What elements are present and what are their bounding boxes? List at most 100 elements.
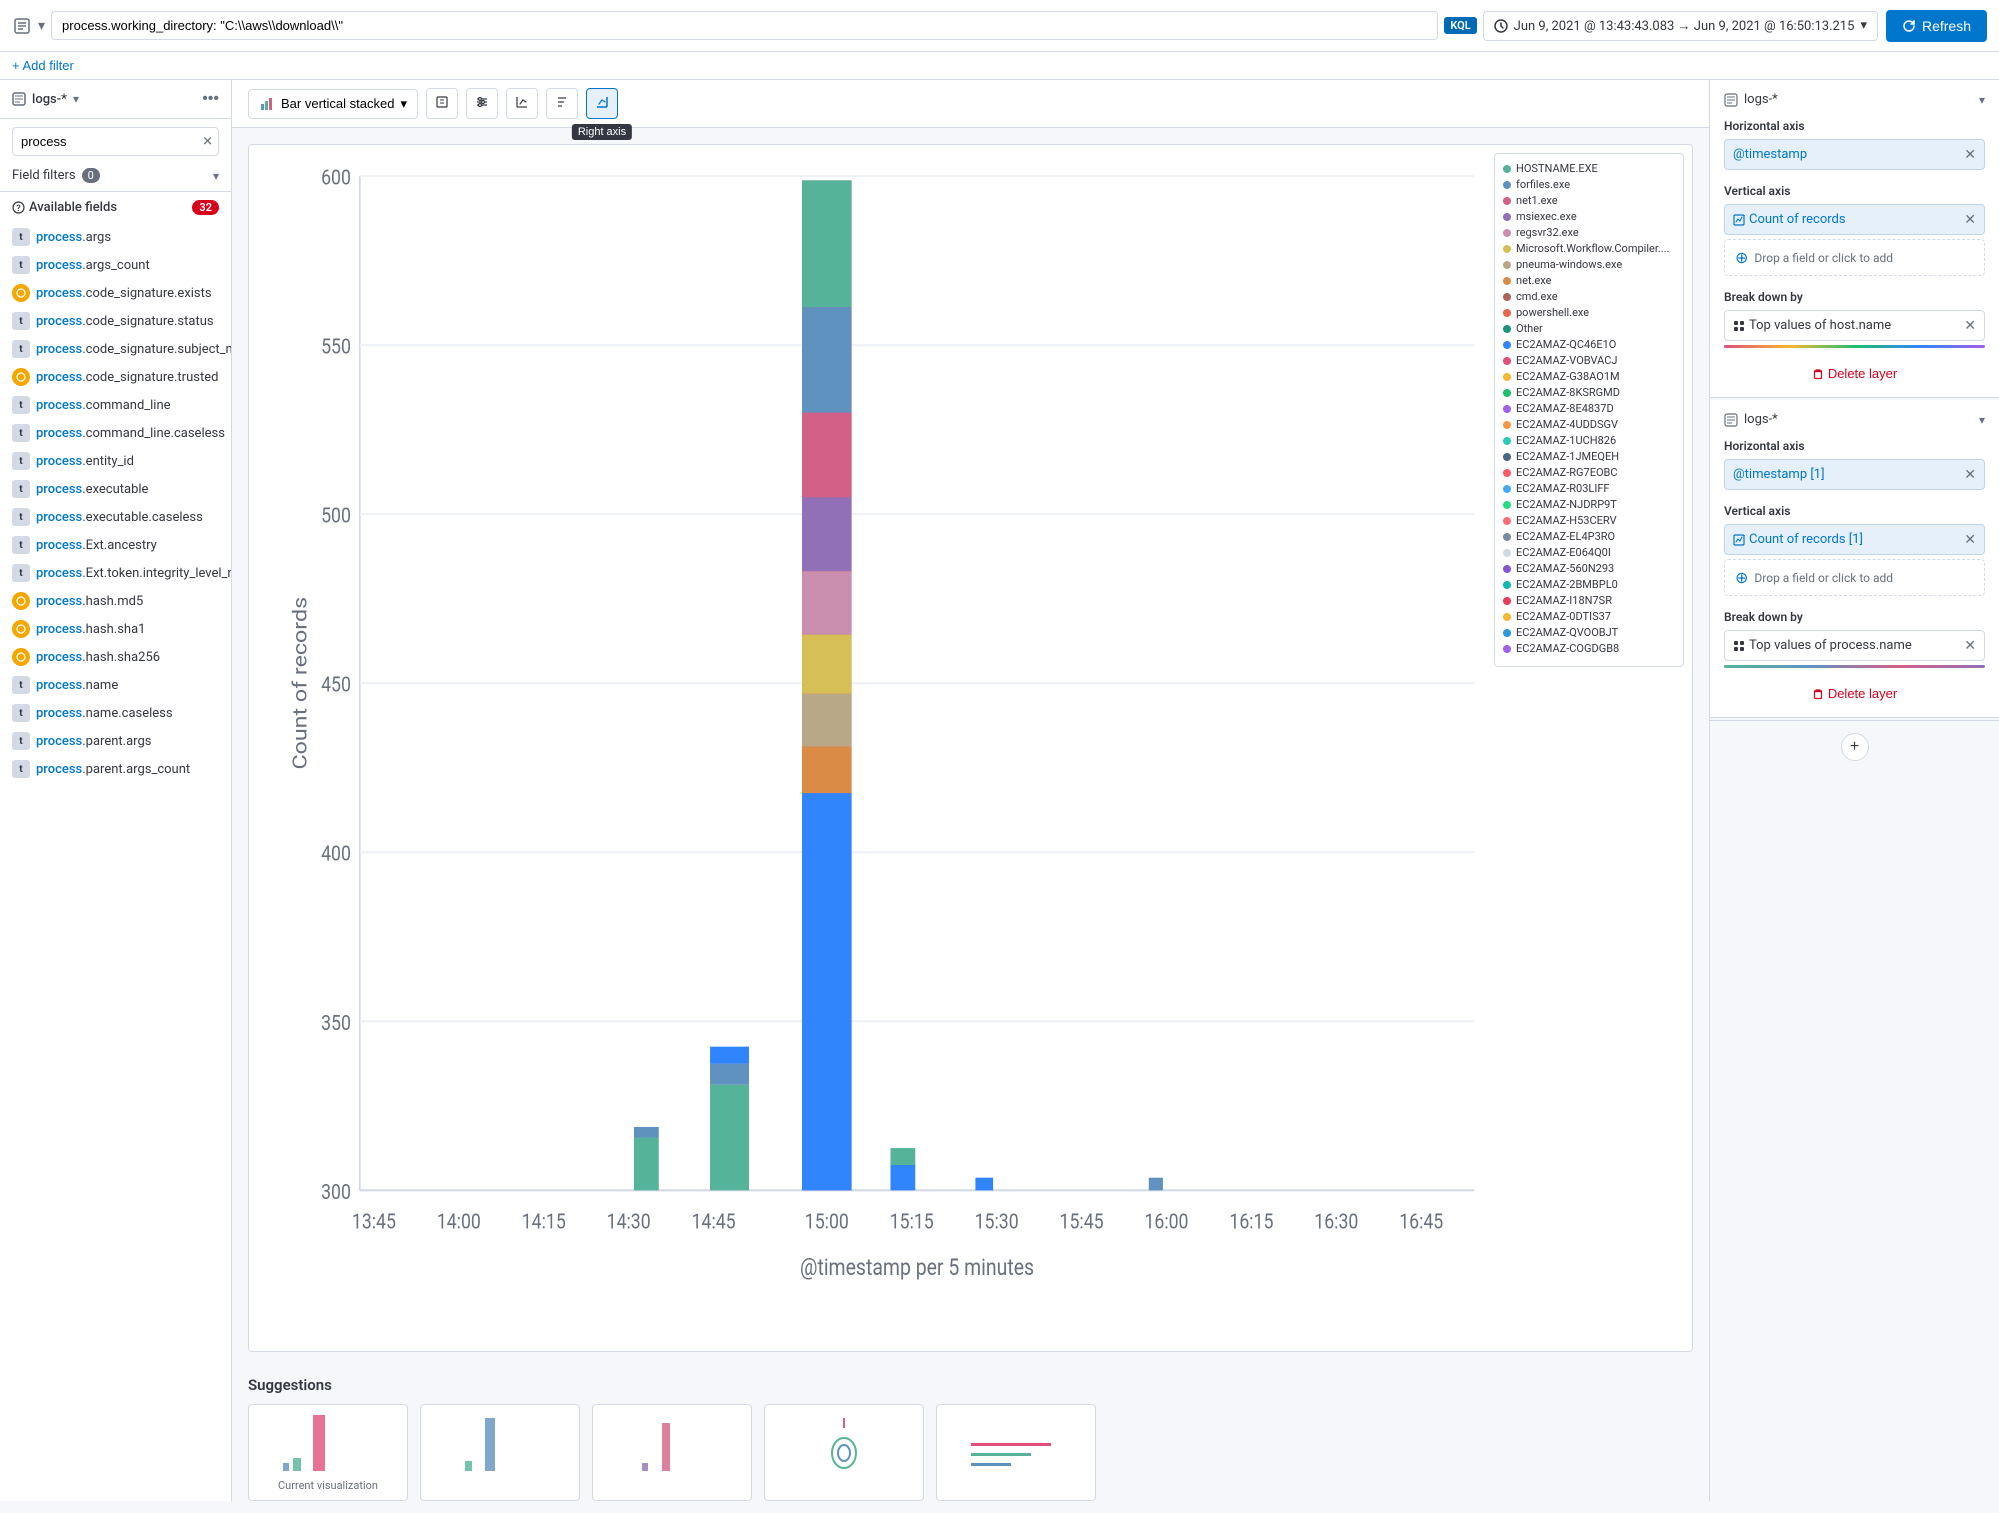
field-type-badge: t <box>12 704 30 722</box>
field-name-label: process.hash.md5 <box>36 594 143 609</box>
index-icon <box>12 16 32 36</box>
field-item[interactable]: tprocess.executable <box>0 475 231 503</box>
field-filters-chevron[interactable]: ▾ <box>213 169 219 183</box>
legend-item: EC2AMAZ-E064Q0I <box>1503 546 1675 559</box>
query-input[interactable] <box>51 11 1438 40</box>
legend-label: cmd.exe <box>1516 290 1558 303</box>
kql-badge[interactable]: KQL <box>1444 17 1476 34</box>
order-btn[interactable] <box>546 88 578 119</box>
axes-btn[interactable] <box>506 88 538 119</box>
layer2-delete-btn[interactable]: Delete layer <box>1804 682 1905 705</box>
field-item[interactable]: process.code_signature.exists <box>0 279 231 307</box>
layer1-breakdown-chip[interactable]: Top values of host.name ✕ <box>1724 310 1985 341</box>
field-item[interactable]: tprocess.args_count <box>0 251 231 279</box>
legend-dot <box>1503 501 1511 509</box>
layer1-breakdown: Break down by Top values of host.name ✕ <box>1724 290 1985 348</box>
field-item[interactable]: process.hash.md5 <box>0 587 231 615</box>
legend-item: EC2AMAZ-I18N7SR <box>1503 594 1675 607</box>
layer1-v-axis-chip[interactable]: Count of records ✕ <box>1724 204 1985 235</box>
field-item[interactable]: tprocess.entity_id <box>0 447 231 475</box>
svg-text:450: 450 <box>321 672 351 697</box>
suggestion-2[interactable] <box>420 1404 580 1501</box>
legend-dot <box>1503 629 1511 637</box>
legend-dot <box>1503 645 1511 653</box>
field-item[interactable]: tprocess.command_line <box>0 391 231 419</box>
field-type-badge: t <box>12 480 30 498</box>
field-item[interactable]: tprocess.args <box>0 223 231 251</box>
field-item[interactable]: tprocess.name.caseless <box>0 699 231 727</box>
right-axis-btn[interactable]: Right axis <box>586 88 618 119</box>
field-name-label: process.parent.args <box>36 734 151 749</box>
field-type-badge: t <box>12 508 30 526</box>
field-item[interactable]: tprocess.command_line.caseless <box>0 419 231 447</box>
field-item[interactable]: process.hash.sha1 <box>0 615 231 643</box>
annotations-btn[interactable] <box>426 88 458 119</box>
suggestion-3[interactable] <box>592 1404 752 1501</box>
field-item[interactable]: tprocess.Ext.token.integrity_level_name <box>0 559 231 587</box>
legend-label: EC2AMAZ-8E4837D <box>1516 402 1614 415</box>
time-range-picker[interactable]: Jun 9, 2021 @ 13:43:43.083 → Jun 9, 2021… <box>1483 11 1878 41</box>
add-layer-button[interactable]: + <box>1841 733 1869 761</box>
legend-dot <box>1503 181 1511 189</box>
field-item[interactable]: tprocess.parent.args_count <box>0 755 231 783</box>
field-item[interactable]: tprocess.name <box>0 671 231 699</box>
field-type-badge <box>12 592 30 610</box>
sidebar-chevron[interactable]: ▾ <box>73 92 79 106</box>
field-item[interactable]: tprocess.code_signature.subject_name <box>0 335 231 363</box>
layer2-h-axis-chip[interactable]: @timestamp [1] ✕ <box>1724 459 1985 490</box>
field-item[interactable]: tprocess.parent.args <box>0 727 231 755</box>
legend-label: EC2AMAZ-2BMBPL0 <box>1516 578 1618 591</box>
layer1-chevron[interactable]: ▾ <box>1979 93 1985 107</box>
suggestion-current[interactable]: Current visualization <box>248 1404 408 1501</box>
layer1-h-axis-chip[interactable]: @timestamp ✕ <box>1724 139 1985 170</box>
layer1-v-axis-remove[interactable]: ✕ <box>1964 211 1976 228</box>
field-name-label: process.Ext.token.integrity_level_name <box>36 566 231 581</box>
layer2-header: logs-* ▾ <box>1724 412 1985 427</box>
layer2-breakdown-value: Top values of process.name <box>1733 638 1912 653</box>
clear-search-icon[interactable]: ✕ <box>202 134 213 149</box>
index-chevron[interactable]: ▾ <box>38 17 45 34</box>
field-item[interactable]: tprocess.executable.caseless <box>0 503 231 531</box>
options-btn[interactable] <box>466 88 498 119</box>
search-input[interactable] <box>12 127 219 156</box>
add-filter-button[interactable]: + Add filter <box>12 58 74 73</box>
layer2-actions: Delete layer <box>1724 682 1985 705</box>
layer2-breakdown-remove[interactable]: ✕ <box>1964 637 1976 654</box>
layer2-breakdown-chip[interactable]: Top values of process.name ✕ <box>1724 630 1985 661</box>
chart-type-button[interactable]: Bar vertical stacked ▾ <box>248 89 418 119</box>
svg-text:Count of records: Count of records <box>289 597 312 770</box>
field-item[interactable]: process.code_signature.trusted <box>0 363 231 391</box>
svg-text:15:15: 15:15 <box>890 1209 934 1234</box>
field-name-label: process.Ext.ancestry <box>36 538 157 553</box>
legend-item: Other <box>1503 322 1675 335</box>
layer1-breakdown-remove[interactable]: ✕ <box>1964 317 1976 334</box>
layer2-drop-field[interactable]: ⊕ Drop a field or click to add <box>1724 559 1985 596</box>
svg-text:14:30: 14:30 <box>607 1209 651 1234</box>
field-name-label: process.command_line.caseless <box>36 426 225 441</box>
svg-text:13:45: 13:45 <box>352 1209 396 1234</box>
layer1-h-axis-label: Horizontal axis <box>1724 119 1985 133</box>
legend-label: msiexec.exe <box>1516 210 1577 223</box>
suggestion-5[interactable] <box>936 1404 1096 1501</box>
field-type-badge <box>12 368 30 386</box>
field-item[interactable]: process.hash.sha256 <box>0 643 231 671</box>
layer1-h-axis-remove[interactable]: ✕ <box>1964 146 1976 163</box>
field-item[interactable]: tprocess.code_signature.status <box>0 307 231 335</box>
layer2-h-axis-remove[interactable]: ✕ <box>1964 466 1976 483</box>
layer2-v-axis-chip[interactable]: Count of records [1] ✕ <box>1724 524 1985 555</box>
legend-item: EC2AMAZ-560N293 <box>1503 562 1675 575</box>
layer1-drop-label: Drop a field or click to add <box>1754 251 1893 265</box>
field-item[interactable]: tprocess.Ext.ancestry <box>0 531 231 559</box>
legend-dot <box>1503 581 1511 589</box>
sidebar-more-btn[interactable]: ••• <box>202 90 219 108</box>
layer1-delete-btn[interactable]: Delete layer <box>1804 362 1905 385</box>
suggestion-4[interactable] <box>764 1404 924 1501</box>
layer2-chevron[interactable]: ▾ <box>1979 413 1985 427</box>
legend-label: pneuma-windows.exe <box>1516 258 1622 271</box>
layer1-v-axis-value: Count of records <box>1733 212 1846 227</box>
layer1-drop-field[interactable]: ⊕ Drop a field or click to add <box>1724 239 1985 276</box>
suggestions-area: Suggestions Current visualization <box>232 1368 1709 1501</box>
refresh-button[interactable]: Refresh <box>1886 10 1987 42</box>
layer2-v-axis-remove[interactable]: ✕ <box>1964 531 1976 548</box>
field-type-badge <box>12 620 30 638</box>
